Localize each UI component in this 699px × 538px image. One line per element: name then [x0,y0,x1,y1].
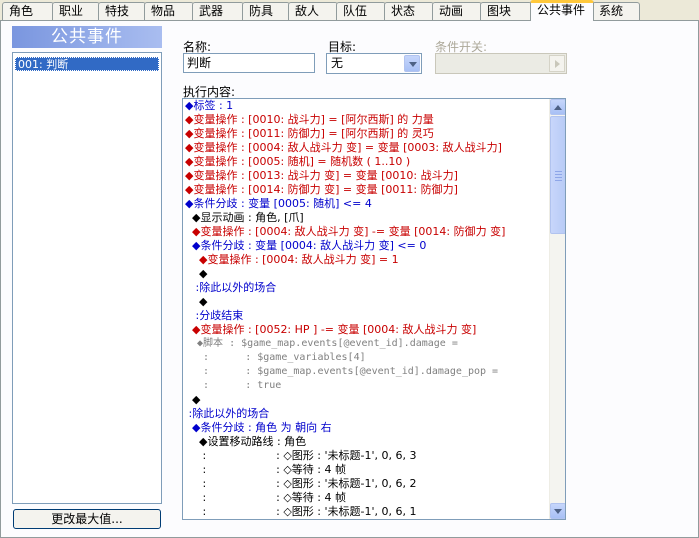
event-command-line[interactable]: :除此以外的场合 [183,281,565,295]
vertical-scrollbar[interactable] [549,99,565,519]
tab-class[interactable]: 职业 [52,2,100,20]
common-event-list[interactable]: 001: 判断 [12,52,162,504]
tab-troop[interactable]: 队伍 [336,2,386,20]
event-command-line[interactable]: ◆变量操作 : [0004: 敌人战斗力 变] = 1 [183,253,565,267]
event-command-line[interactable]: :除此以外的场合 [183,407,565,421]
event-command-line[interactable]: ◆ [183,267,565,281]
event-command-line[interactable]: : : ◇等待 : 4 帧 [183,463,565,477]
event-command-line[interactable]: ◆脚本 : $game_map.events[@event_id].damage… [183,337,565,351]
event-command-lines: ◆标签 : 1 ◆变量操作 : [0010: 战斗力] = [阿尔西斯] 的 力量… [183,99,565,519]
event-command-line[interactable]: ◆标签 : 1 [183,99,565,113]
tab-animation[interactable]: 动画 [432,2,482,20]
chevron-right-icon [549,55,565,72]
event-command-line[interactable]: : : ◇图形 : '未标题-1', 0, 6, 3 [183,449,565,463]
tab-weapon[interactable]: 武器 [192,2,244,20]
event-command-line[interactable]: : : ◇图形 : '未标题-1', 0, 6, 2 [183,477,565,491]
event-command-line[interactable]: : : ◇等待 : 4 帧 [183,491,565,505]
tab-bar: 角色 职业 特技 物品 武器 防具 敌人 队伍 状态 动画 图块 公共事件 系统 [0,0,699,21]
event-command-line[interactable]: :分歧结束 [183,309,565,323]
event-command-line[interactable]: : : true [183,379,565,393]
event-command-line[interactable]: : : ◇图形 : '未标题-1', 0, 6, 1 [183,505,565,519]
target-select-value: 无 [331,56,344,70]
list-item[interactable]: 001: 判断 [15,57,159,71]
event-command-line[interactable]: ◆显示动画 : 角色, [爪] [183,211,565,225]
tab-system[interactable]: 系统 [592,2,640,20]
condition-switch-field [435,53,567,74]
event-command-line[interactable]: : : $game_variables[4] [183,351,565,365]
event-command-list[interactable]: ◆标签 : 1 ◆变量操作 : [0010: 战斗力] = [阿尔西斯] 的 力量… [182,98,566,520]
arrow-down-icon[interactable] [550,503,565,519]
event-command-line[interactable]: ◆变量操作 : [0013: 战斗力 变] = 变量 [0010: 战斗力] [183,169,565,183]
name-field[interactable]: 判断 [183,53,315,73]
event-command-line[interactable]: ◆变量操作 : [0004: 敌人战斗力 变] = 变量 [0003: 敌人战斗… [183,141,565,155]
change-max-button[interactable]: 更改最大值... [13,509,161,529]
tab-skill[interactable]: 特技 [98,2,146,20]
event-command-line[interactable]: ◆设置移动路线 : 角色 [183,435,565,449]
event-command-line[interactable]: : : $game_map.events[@event_id].damage_p… [183,365,565,379]
event-command-line[interactable]: ◆条件分歧 : 角色 为 朝向 右 [183,421,565,435]
event-command-line[interactable]: ◆变量操作 : [0010: 战斗力] = [阿尔西斯] 的 力量 [183,113,565,127]
event-command-line[interactable]: ◆ [183,393,565,407]
tab-state[interactable]: 状态 [384,2,434,20]
common-event-list-title: 公共事件 [12,26,162,48]
event-command-line[interactable]: ◆变量操作 : [0052: HP ] -= 变量 [0004: 敌人战斗力 变… [183,323,565,337]
event-command-line[interactable]: ◆条件分歧 : 变量 [0004: 敌人战斗力 变] <= 0 [183,239,565,253]
event-command-line[interactable]: ◆变量操作 : [0005: 随机] = 随机数 ( 1..10 ) [183,155,565,169]
tab-common-event[interactable]: 公共事件 [530,0,594,21]
tab-character[interactable]: 角色 [2,2,54,20]
scrollbar-thumb[interactable] [550,116,565,234]
tab-enemy[interactable]: 敌人 [288,2,338,20]
target-select[interactable]: 无 [326,53,422,74]
event-command-line[interactable]: ◆变量操作 : [0014: 防御力 变] = 变量 [0011: 防御力] [183,183,565,197]
tab-item[interactable]: 物品 [144,2,194,20]
event-command-line[interactable]: ◆变量操作 : [0004: 敌人战斗力 变] -= 变量 [0014: 防御力… [183,225,565,239]
arrow-up-icon[interactable] [550,99,565,115]
tab-armor[interactable]: 防具 [242,2,290,20]
event-command-line[interactable]: ◆条件分歧 : 变量 [0005: 随机] <= 4 [183,197,565,211]
tab-tileset[interactable]: 图块 [480,2,532,20]
event-command-line[interactable]: ◆ [183,295,565,309]
event-command-line[interactable]: ◆变量操作 : [0011: 防御力] = [阿尔西斯] 的 灵巧 [183,127,565,141]
chevron-down-icon[interactable] [404,55,420,72]
